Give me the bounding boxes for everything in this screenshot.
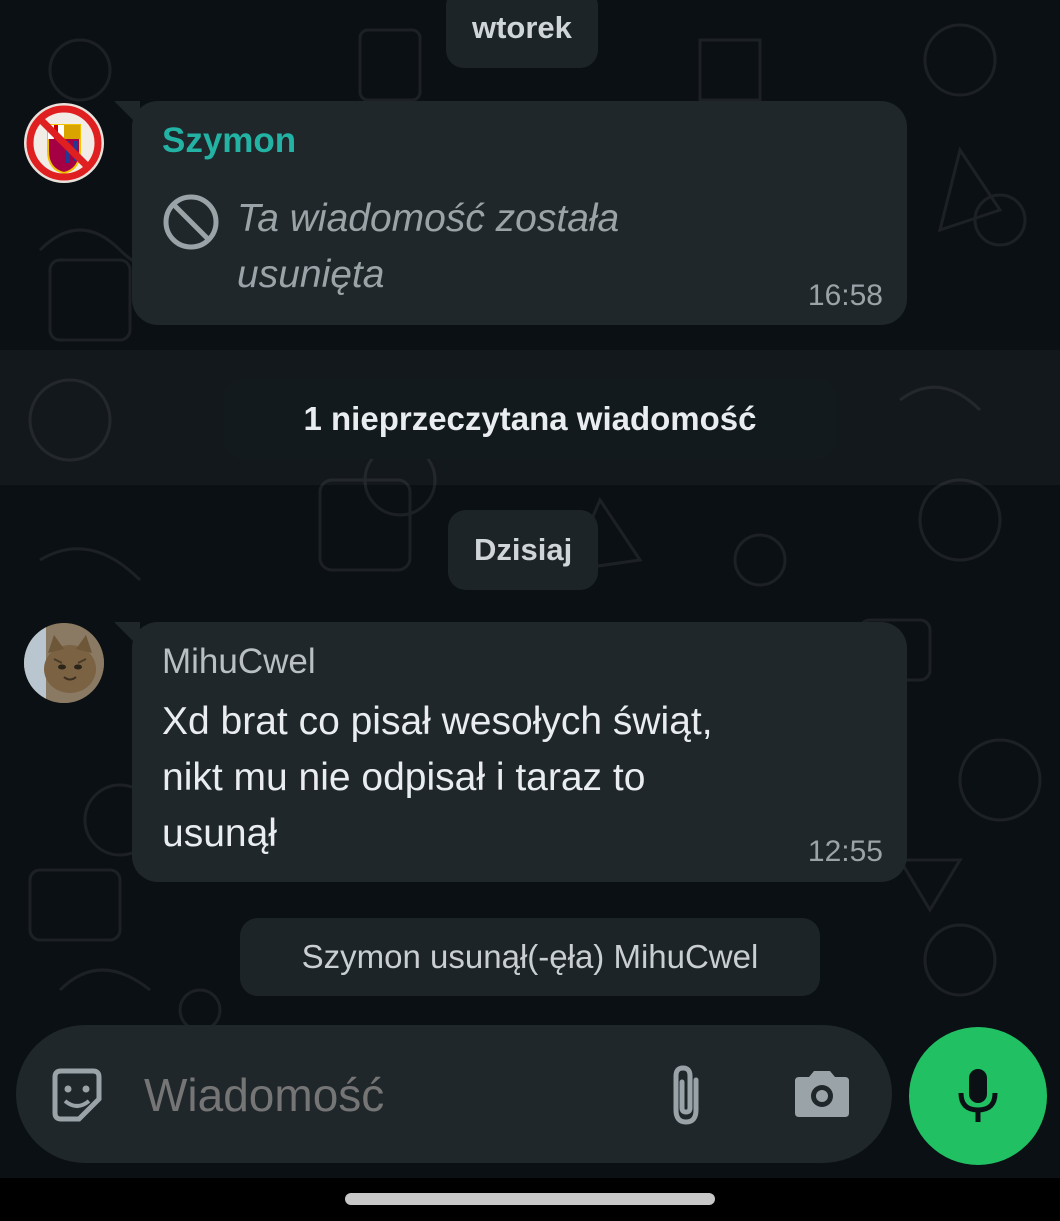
bubble-tail: [114, 101, 140, 127]
sender-name[interactable]: MihuCwel: [162, 642, 316, 682]
avatar-mihucwel[interactable]: [24, 623, 104, 703]
message-composer: [16, 1025, 892, 1165]
message-bubble-mihucwel[interactable]: MihuCwel Xd brat co pisał wesołych świąt…: [114, 622, 907, 882]
microphone-icon: [958, 1069, 998, 1122]
message-text: Xd brat co pisał wesołych świąt, nikt mu…: [162, 694, 713, 862]
chat-screen: wtorek Szymon Ta wiadomość została usuni…: [0, 0, 1060, 1221]
sender-name[interactable]: Szymon: [162, 121, 296, 161]
paperclip-icon[interactable]: [656, 1059, 716, 1129]
microphone-button[interactable]: [909, 1027, 1047, 1165]
message-text-line-1: Xd brat co pisał wesołych świąt,: [162, 700, 713, 743]
deleted-text-line-1: Ta wiadomość została: [237, 197, 620, 240]
system-notice: Szymon usunął(-ęła) MihuCwel: [240, 918, 820, 996]
date-divider-today: Dzisiaj: [448, 510, 599, 590]
camera-icon[interactable]: [790, 1066, 854, 1122]
message-bubble-szymon[interactable]: Szymon Ta wiadomość została usunięta 16:…: [114, 101, 907, 325]
sticker-smiley-icon[interactable]: [46, 1064, 108, 1126]
message-text-line-3: usunął: [162, 812, 277, 855]
date-divider-tuesday: wtorek: [446, 0, 598, 68]
bubble-tail: [114, 622, 140, 648]
message-time: 12:55: [807, 835, 883, 868]
prohibited-icon: [163, 194, 219, 250]
home-indicator[interactable]: [345, 1193, 715, 1205]
avatar-szymon[interactable]: [24, 103, 104, 183]
unread-messages-banner: 1 nieprzeczytana wiadomość: [224, 379, 836, 459]
message-time: 16:58: [807, 279, 883, 312]
deleted-text-line-2: usunięta: [237, 253, 385, 296]
barcelona-crest-prohibited-icon: [26, 105, 102, 181]
deleted-message-text: Ta wiadomość została usunięta: [237, 191, 619, 303]
message-input[interactable]: [142, 1025, 626, 1165]
cat-photo-avatar: [24, 623, 104, 703]
message-text-line-2: nikt mu nie odpisał i taraz to: [162, 756, 646, 799]
